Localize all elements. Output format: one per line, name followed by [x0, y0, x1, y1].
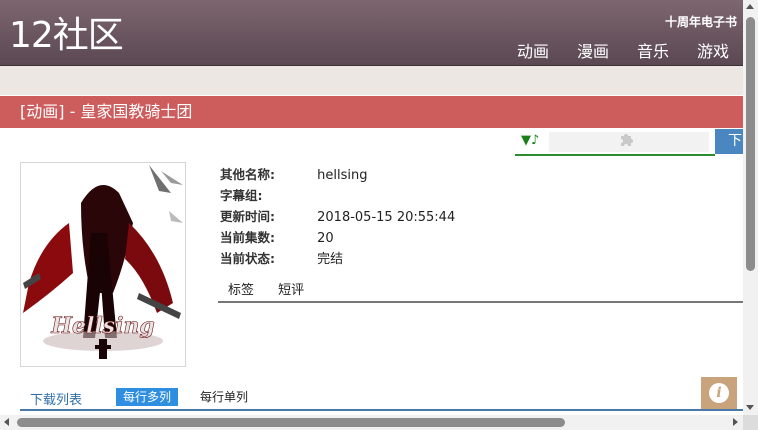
- vertical-scroll-thumb[interactable]: [746, 17, 755, 271]
- scroll-right-arrow-icon[interactable]: [733, 418, 738, 426]
- info-value: 2018-05-15 20:55:44: [317, 210, 456, 225]
- poster-title-text: Hellsing: [50, 313, 155, 339]
- scroll-down-arrow-icon[interactable]: [746, 405, 754, 410]
- info-button[interactable]: i: [701, 377, 737, 409]
- audio-player: ▼♪: [515, 130, 715, 156]
- player-toggle-icon[interactable]: ▼♪: [521, 133, 539, 148]
- info-row-other-name: 其他名称: hellsing: [220, 164, 455, 185]
- info-icon: i: [709, 383, 729, 403]
- info-label: 当前集数:: [220, 230, 275, 245]
- info-label: 其他名称:: [220, 167, 275, 182]
- site-header: 12社区 十周年电子书 动画 漫画 音乐 游戏: [0, 0, 743, 66]
- info-label: 字幕组:: [220, 188, 263, 203]
- plugin-puzzle-icon: [619, 131, 635, 151]
- nav-games[interactable]: 游戏: [697, 38, 729, 62]
- info-label: 当前状态:: [220, 251, 275, 266]
- nav-manga[interactable]: 漫画: [577, 38, 609, 62]
- info-value: 20: [317, 231, 334, 246]
- sub-header-strip: [0, 66, 743, 95]
- site-logo[interactable]: 12社区: [9, 14, 124, 58]
- info-value: 完结: [317, 252, 344, 267]
- anime-info: 其他名称: hellsing 字幕组: 更新时间: 2018-05-15 20:…: [220, 164, 455, 269]
- download-list-title[interactable]: 下载列表: [30, 389, 82, 408]
- info-value: hellsing: [317, 168, 368, 183]
- tab-short-reviews[interactable]: 短评: [278, 281, 304, 301]
- anniversary-ebook-link[interactable]: 十周年电子书: [665, 13, 737, 30]
- horizontal-scroll-thumb[interactable]: [17, 418, 565, 427]
- download-list-header: 下载列表 每行多列 每行单列: [20, 386, 743, 411]
- nav-music[interactable]: 音乐: [637, 38, 669, 62]
- main-nav: 动画 漫画 音乐 游戏: [517, 38, 729, 62]
- scroll-left-arrow-icon[interactable]: [4, 418, 9, 426]
- poster-image: Hellsing: [20, 162, 186, 367]
- single-column-button[interactable]: 每行单列: [200, 388, 248, 406]
- horizontal-scrollbar[interactable]: [0, 415, 743, 430]
- scrollbar-corner: [743, 415, 758, 430]
- download-button[interactable]: 下载: [715, 129, 743, 154]
- info-row-update-time: 更新时间: 2018-05-15 20:55:44: [220, 206, 455, 227]
- tab-tags[interactable]: 标签: [228, 281, 254, 301]
- info-row-episodes: 当前集数: 20: [220, 227, 455, 248]
- info-row-status: 当前状态: 完结: [220, 248, 455, 269]
- info-tabs: 标签 短评: [218, 281, 743, 303]
- multi-column-button[interactable]: 每行多列: [116, 388, 179, 406]
- info-row-subtitle-group: 字幕组:: [220, 185, 455, 206]
- vertical-scrollbar[interactable]: [743, 0, 758, 415]
- page-title: [动画] - 皇家国教骑士团: [0, 96, 743, 128]
- scroll-up-arrow-icon[interactable]: [746, 4, 754, 9]
- nav-anime[interactable]: 动画: [517, 38, 549, 62]
- info-label: 更新时间:: [220, 209, 275, 224]
